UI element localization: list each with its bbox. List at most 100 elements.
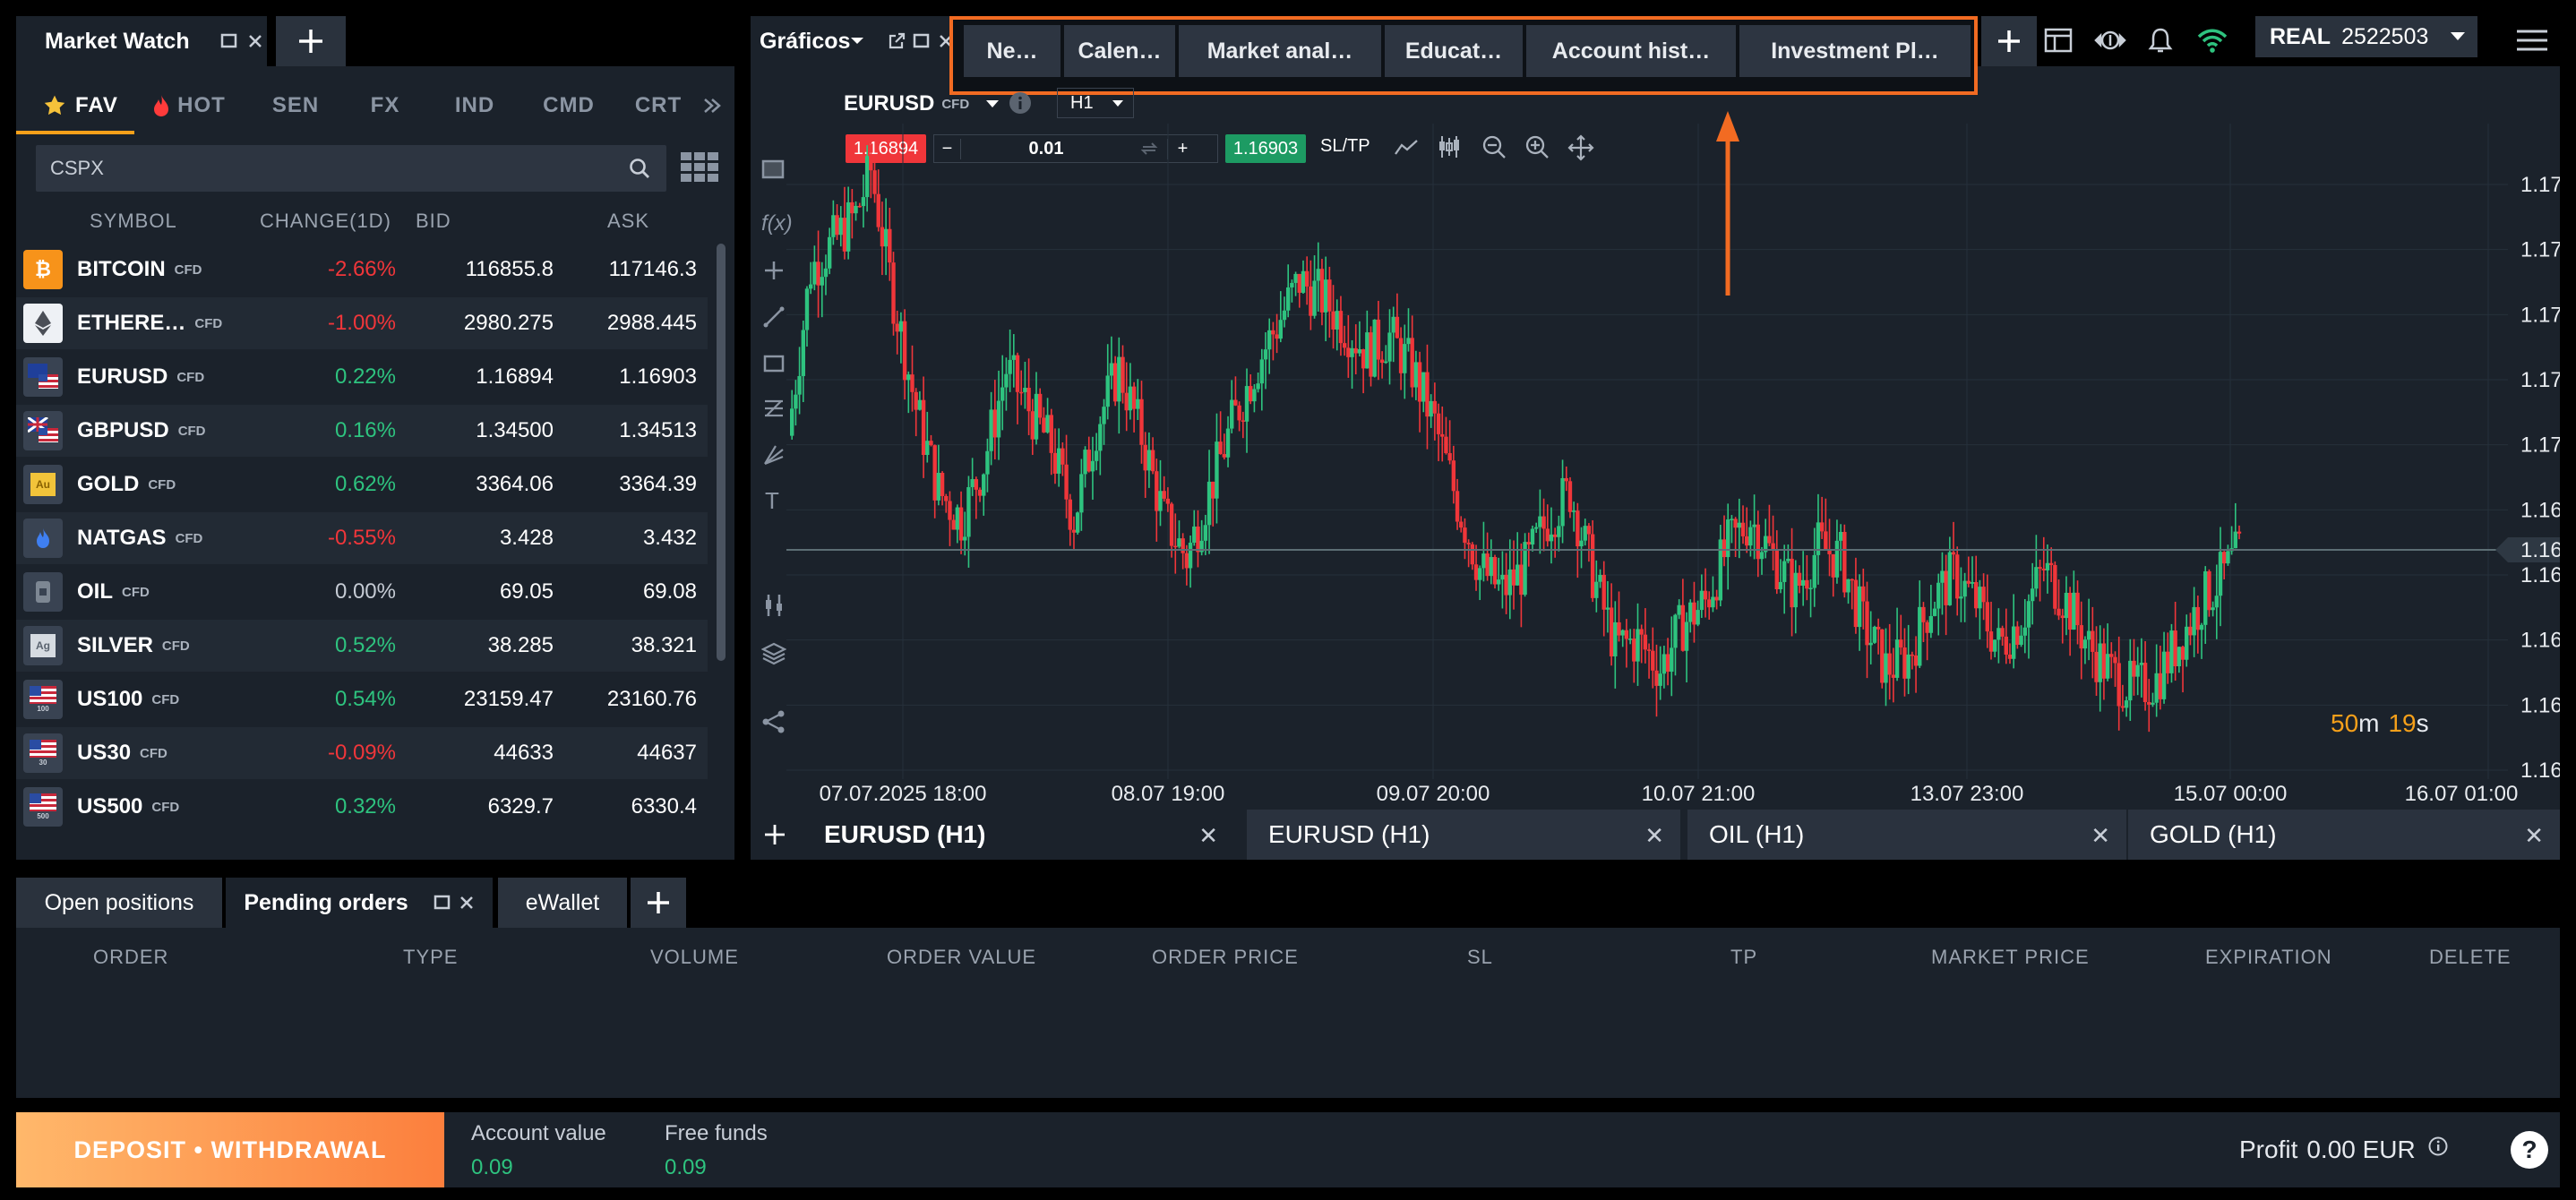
category-tab-hot[interactable]: HOT bbox=[140, 81, 238, 131]
info-icon[interactable] bbox=[2428, 1136, 2448, 1156]
rectangle-tool-icon[interactable] bbox=[763, 353, 785, 374]
instrument-ask[interactable]: 44637 bbox=[554, 741, 697, 766]
add-chart-button[interactable] bbox=[751, 810, 799, 860]
info-icon[interactable] bbox=[1009, 91, 1032, 115]
instrument-row[interactable]: NATGAS CFD -0.55% 3.428 3.432 bbox=[16, 512, 708, 564]
tab-news[interactable]: Ne… bbox=[964, 25, 1060, 77]
instrument-row[interactable]: EURUSD CFD 0.22% 1.16894 1.16903 bbox=[16, 351, 708, 403]
instrument-row[interactable]: OIL CFD 0.00% 69.05 69.08 bbox=[16, 566, 708, 618]
close-icon[interactable]: ✕ bbox=[1644, 822, 1664, 850]
instrument-row[interactable]: Au GOLD CFD 0.62% 3364.06 3364.39 bbox=[16, 459, 708, 510]
instrument-bid[interactable]: 69.05 bbox=[401, 579, 554, 604]
instrument-ask[interactable]: 23160.76 bbox=[554, 687, 697, 712]
share-icon[interactable] bbox=[761, 709, 786, 734]
close-icon[interactable]: ✕ bbox=[1198, 822, 1218, 850]
symbol-search-input[interactable]: CSPX bbox=[36, 145, 666, 192]
layout-icon[interactable] bbox=[2044, 27, 2073, 54]
tab-account-history[interactable]: Account hist… bbox=[1526, 25, 1736, 77]
instrument-row[interactable]: Ag SILVER CFD 0.52% 38.285 38.321 bbox=[16, 620, 708, 672]
instrument-bid[interactable]: 3364.06 bbox=[401, 472, 554, 497]
scrollbar[interactable] bbox=[717, 244, 726, 661]
charts-tab[interactable]: Gráficos bbox=[751, 16, 953, 66]
instrument-row[interactable]: 100 US100 CFD 0.54% 23159.47 23160.76 bbox=[16, 673, 708, 725]
maximize-icon[interactable] bbox=[434, 894, 451, 912]
price-alert-icon[interactable] bbox=[2094, 27, 2126, 54]
column-header-order-price[interactable]: ORDER PRICE bbox=[1152, 946, 1299, 969]
column-header-tp[interactable]: TP bbox=[1730, 946, 1757, 969]
instrument-ask[interactable]: 2988.445 bbox=[554, 311, 697, 336]
category-tab-crt[interactable]: CRT bbox=[618, 81, 699, 131]
instrument-row[interactable]: GBPUSD CFD 0.16% 1.34500 1.34513 bbox=[16, 405, 708, 457]
tab-pending-orders[interactable]: Pending orders bbox=[226, 878, 493, 928]
instrument-row[interactable]: ₿ BITCOIN CFD -2.66% 116855.8 117146.3 bbox=[16, 244, 708, 296]
maximize-icon[interactable] bbox=[913, 32, 931, 50]
instrument-bid[interactable]: 1.34500 bbox=[401, 418, 554, 443]
indicators-icon[interactable] bbox=[763, 593, 785, 618]
deposit-withdrawal-button[interactable]: DEPOSIT • WITHDRAWAL bbox=[16, 1112, 444, 1187]
column-header-expiration[interactable]: EXPIRATION bbox=[2205, 946, 2332, 969]
instrument-bid[interactable]: 38.285 bbox=[401, 633, 554, 658]
instrument-bid[interactable]: 116855.8 bbox=[401, 257, 554, 282]
close-icon[interactable]: ✕ bbox=[2091, 822, 2110, 850]
instrument-ask[interactable]: 1.16903 bbox=[554, 364, 697, 390]
column-header-sl[interactable]: SL bbox=[1467, 946, 1493, 969]
layers-icon[interactable] bbox=[761, 641, 786, 666]
instrument-ask[interactable]: 117146.3 bbox=[554, 257, 697, 282]
category-tab-sen[interactable]: SEN bbox=[251, 81, 340, 131]
instrument-row[interactable]: ETHERE… CFD -1.00% 2980.275 2988.445 bbox=[16, 297, 708, 349]
instrument-bid[interactable]: 44633 bbox=[401, 741, 554, 766]
instrument-row[interactable]: 30 US30 CFD -0.09% 44633 44637 bbox=[16, 727, 708, 779]
column-header-type[interactable]: TYPE bbox=[403, 946, 458, 969]
close-icon[interactable]: ✕ bbox=[2524, 822, 2544, 850]
more-categories-icon[interactable] bbox=[699, 81, 726, 131]
fibonacci-icon[interactable] bbox=[763, 398, 785, 419]
tab-education[interactable]: Educat… bbox=[1385, 25, 1523, 77]
trend-line-icon[interactable] bbox=[763, 306, 785, 328]
crosshair-icon[interactable] bbox=[763, 260, 785, 281]
column-header-delete[interactable]: DELETE bbox=[2429, 946, 2512, 969]
grid-view-icon[interactable] bbox=[681, 152, 718, 183]
column-header-bid[interactable]: BID bbox=[416, 210, 451, 233]
instrument-row[interactable]: 500 US500 CFD 0.32% 6329.7 6330.4 bbox=[16, 781, 708, 833]
instrument-bid[interactable]: 1.16894 bbox=[401, 364, 554, 390]
instrument-ask[interactable]: 6330.4 bbox=[554, 794, 697, 819]
instrument-ask[interactable]: 3364.39 bbox=[554, 472, 697, 497]
instrument-ask[interactable]: 1.34513 bbox=[554, 418, 697, 443]
popout-icon[interactable] bbox=[888, 32, 906, 50]
tab-calendar[interactable]: Calen… bbox=[1064, 25, 1175, 77]
category-tab-ind[interactable]: IND bbox=[430, 81, 519, 131]
category-tab-cmd[interactable]: CMD bbox=[519, 81, 618, 131]
add-panel-button[interactable] bbox=[276, 16, 346, 66]
close-icon[interactable] bbox=[247, 33, 263, 49]
tab-open-positions[interactable]: Open positions bbox=[16, 878, 222, 928]
chart-tab-4[interactable]: GOLD (H1) ✕ bbox=[2128, 810, 2560, 860]
instrument-ask[interactable]: 3.432 bbox=[554, 526, 697, 551]
chart-symbol-selector[interactable]: EURUSD CFD bbox=[844, 91, 1000, 116]
tab-ewallet[interactable]: eWallet bbox=[498, 878, 627, 928]
crosshair-select-icon[interactable] bbox=[761, 158, 785, 181]
hamburger-menu-icon[interactable] bbox=[2517, 29, 2547, 52]
search-icon[interactable] bbox=[629, 158, 650, 179]
maximize-icon[interactable] bbox=[220, 32, 238, 50]
chart-tab-2[interactable]: EURUSD (H1) ✕ bbox=[1247, 810, 1680, 860]
instrument-ask[interactable]: 38.321 bbox=[554, 633, 697, 658]
account-selector[interactable]: REAL 2522503 bbox=[2255, 16, 2477, 57]
pitchfork-icon[interactable] bbox=[763, 444, 785, 466]
help-button[interactable]: ? bbox=[2499, 1112, 2560, 1187]
market-watch-tab[interactable]: Market Watch bbox=[16, 16, 267, 66]
column-header-change[interactable]: CHANGE(1D) bbox=[260, 210, 391, 233]
tab-investment-plans[interactable]: Investment Pl… bbox=[1739, 25, 1971, 77]
tab-market-analysis[interactable]: Market anal… bbox=[1179, 25, 1381, 77]
add-tab-button[interactable] bbox=[1981, 16, 2037, 66]
timeframe-select[interactable]: H1 bbox=[1057, 88, 1134, 118]
instrument-ask[interactable]: 69.08 bbox=[554, 579, 697, 604]
price-chart[interactable]: 1.17554 1.17437 1.17319 1.17202 1.17084 1.169… bbox=[786, 124, 2560, 813]
close-icon[interactable] bbox=[459, 895, 475, 911]
column-header-market-price[interactable]: MARKET PRICE bbox=[1931, 946, 2090, 969]
instrument-bid[interactable]: 3.428 bbox=[401, 526, 554, 551]
category-tab-fx[interactable]: FX bbox=[340, 81, 430, 131]
category-tab-fav[interactable]: FAV bbox=[27, 81, 134, 131]
column-header-order[interactable]: ORDER bbox=[93, 946, 168, 969]
column-header-ask[interactable]: ASK bbox=[607, 210, 649, 233]
instrument-bid[interactable]: 23159.47 bbox=[401, 687, 554, 712]
